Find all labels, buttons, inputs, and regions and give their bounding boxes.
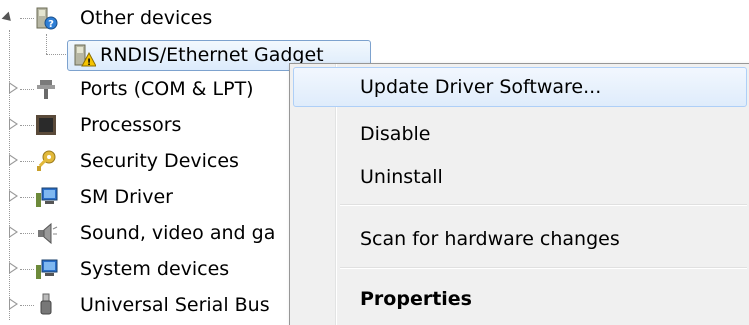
- tree-line: [20, 269, 34, 270]
- menu-item-label: Update Driver Software...: [360, 76, 602, 98]
- expand-arrow-icon[interactable]: [9, 190, 18, 202]
- port-icon: [37, 80, 55, 99]
- tree-line: [20, 233, 34, 234]
- expand-arrow-icon[interactable]: [9, 154, 18, 166]
- tree-item-label: Universal Serial Bus: [80, 294, 270, 316]
- menu-item-label: Uninstall: [360, 166, 443, 188]
- menu-item-scan-for-hardware-changes[interactable]: Scan for hardware changes: [293, 219, 749, 257]
- tree-item-label: Processors: [80, 114, 182, 136]
- tree-item-label: Other devices: [80, 7, 213, 29]
- tree-line: [20, 305, 34, 306]
- menu-separator: [340, 267, 747, 269]
- usb-icon: [40, 293, 52, 315]
- expand-arrow-icon[interactable]: [1, 11, 15, 25]
- computer-icon: [36, 187, 58, 207]
- menu-item-uninstall[interactable]: Uninstall: [293, 157, 749, 195]
- menu-item-label: Scan for hardware changes: [360, 228, 620, 250]
- tree-line: [20, 18, 34, 19]
- expand-arrow-icon[interactable]: [9, 298, 18, 310]
- tree-item-other-devices[interactable]: ? Other devices: [0, 0, 749, 36]
- menu-item-properties[interactable]: Properties: [293, 279, 749, 317]
- svg-text:!: !: [87, 58, 91, 67]
- expand-arrow-icon[interactable]: [9, 118, 18, 130]
- processor-icon: [36, 115, 56, 135]
- expand-arrow-icon[interactable]: [9, 82, 18, 94]
- tree-item-label: System devices: [80, 258, 230, 280]
- unknown-device-icon: ?: [36, 7, 58, 30]
- menu-item-label: Disable: [360, 123, 431, 145]
- security-key-icon: [37, 150, 56, 171]
- tree-line: [20, 161, 34, 162]
- speaker-icon: [38, 222, 58, 245]
- menu-separator: [340, 204, 747, 206]
- tree-item-label: SM Driver: [80, 186, 173, 208]
- tree-line: [20, 197, 34, 198]
- expand-arrow-icon[interactable]: [9, 226, 18, 238]
- menu-item-disable[interactable]: Disable: [293, 114, 749, 152]
- tree-item-label: Security Devices: [80, 150, 239, 172]
- tree-line: [20, 89, 34, 90]
- tree-item-label: Sound, video and ga: [80, 222, 276, 244]
- svg-text:?: ?: [48, 19, 54, 30]
- tree-item-label: Ports (COM & LPT): [80, 78, 254, 100]
- warning-device-icon: !: [74, 44, 96, 67]
- menu-item-label: Properties: [360, 288, 472, 310]
- tree-line: [20, 125, 34, 126]
- context-menu: Update Driver Software... Disable Uninst…: [289, 63, 749, 325]
- menu-item-update-driver-software[interactable]: Update Driver Software...: [293, 67, 747, 107]
- computer-icon: [36, 259, 58, 279]
- expand-arrow-icon[interactable]: [9, 262, 18, 274]
